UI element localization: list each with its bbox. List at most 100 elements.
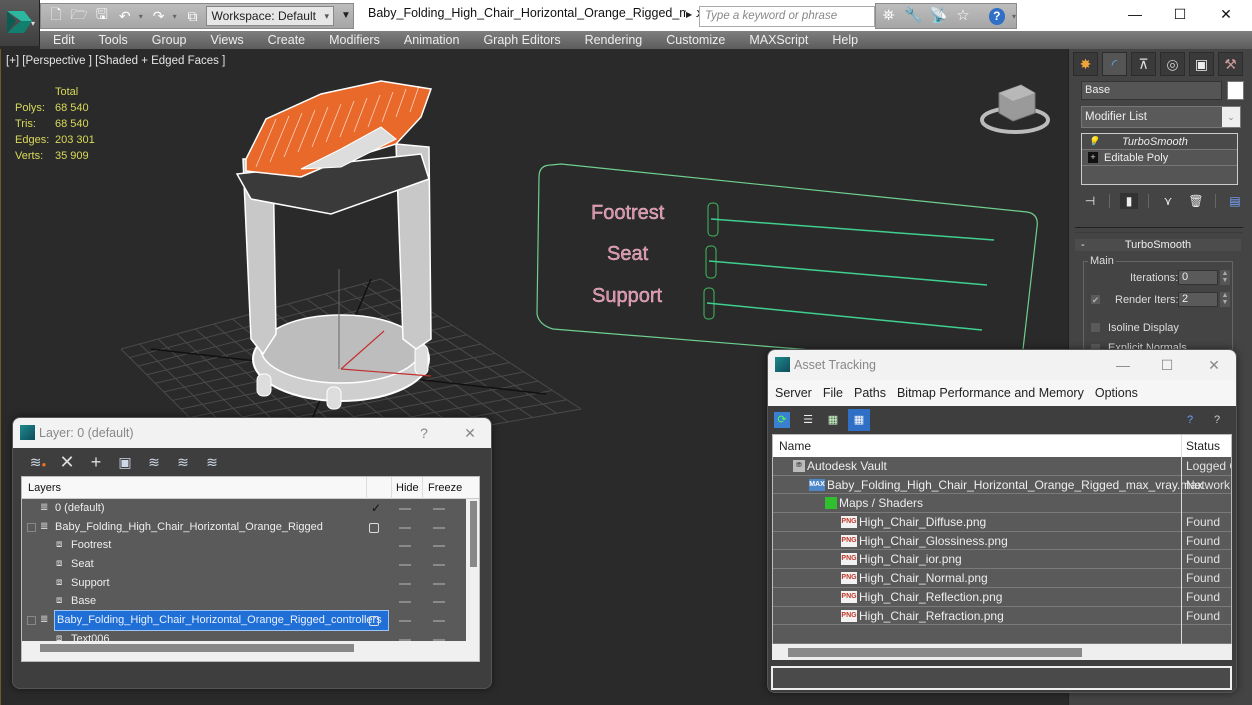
close-button[interactable]: ✕: [455, 418, 485, 448]
minimize-button[interactable]: —: [1108, 350, 1138, 380]
freeze-toggle[interactable]: [433, 508, 445, 510]
menu-customize[interactable]: Customize: [654, 33, 737, 47]
render-iters-spinner[interactable]: ▲ ▼: [1220, 292, 1230, 307]
list-view-icon[interactable]: ☰: [800, 412, 816, 428]
add-to-layer-icon[interactable]: +: [87, 453, 105, 471]
menu-help[interactable]: Help: [820, 33, 870, 47]
maximize-button[interactable]: ☐: [1157, 0, 1203, 28]
asset-horizontal-scrollbar[interactable]: [772, 644, 1232, 660]
menu-animation[interactable]: Animation: [392, 33, 472, 47]
table-view-icon[interactable]: ▦: [848, 409, 870, 431]
menu-tools[interactable]: Tools: [87, 33, 140, 47]
iterations-spinner[interactable]: ▲ ▼: [1220, 270, 1230, 285]
menu-maxscript[interactable]: MAXScript: [737, 33, 820, 47]
project-folder-icon[interactable]: ⧉: [184, 7, 202, 25]
modifier-list-dropdown[interactable]: Modifier List ⌄: [1081, 106, 1241, 128]
layer-horizontal-scrollbar[interactable]: [30, 643, 466, 653]
object-color-swatch[interactable]: [1227, 81, 1244, 100]
asset-row[interactable]: PNG High_Chair_Normal.png Found: [773, 569, 1231, 588]
modify-tab[interactable]: ◜: [1102, 52, 1127, 76]
layer-name[interactable]: Footrest: [71, 536, 111, 555]
controller-label-seat[interactable]: Seat: [607, 243, 649, 265]
asset-row[interactable]: PNG High_Chair_Reflection.png Found: [773, 588, 1231, 607]
hide-toggle[interactable]: [399, 545, 411, 548]
layer-row[interactable]: ⧈ Support: [22, 574, 466, 593]
column-status[interactable]: Status: [1186, 435, 1220, 457]
freeze-toggle[interactable]: [433, 638, 445, 641]
save-icon[interactable]: 🖫: [93, 6, 111, 25]
hide-toggle[interactable]: [399, 601, 411, 604]
layer-row[interactable]: ≣ Baby_Folding_High_Chair_Horizontal_Oran…: [22, 610, 466, 631]
help-icon[interactable]: ?: [1182, 412, 1198, 428]
freeze-toggle[interactable]: [433, 526, 445, 529]
layer-name[interactable]: Base: [71, 592, 96, 611]
create-layer-icon[interactable]: ≋●: [29, 453, 47, 471]
expand-plus-icon[interactable]: +: [1088, 152, 1098, 163]
freeze-toggle[interactable]: [433, 545, 445, 548]
close-button[interactable]: ✕: [1203, 0, 1249, 28]
asset-row[interactable]: ⛃Autodesk Vault Logged C: [773, 457, 1231, 476]
hide-toggle[interactable]: [399, 526, 411, 529]
active-layer-check-icon[interactable]: ✓: [370, 499, 382, 518]
refresh-icon[interactable]: ⟳: [774, 412, 790, 428]
pin-stack-icon[interactable]: ⊣: [1081, 193, 1099, 209]
star-icon[interactable]: ☆: [954, 7, 971, 25]
open-folder-icon[interactable]: 🗁: [70, 6, 88, 25]
binoculars-icon[interactable]: ⛯: [880, 7, 897, 25]
layer-row[interactable]: ≣ 0 (default) ✓: [22, 499, 466, 518]
hide-toggle[interactable]: [399, 508, 411, 510]
layer-name[interactable]: Baby_Folding_High_Chair_Horizontal_Orang…: [55, 518, 323, 537]
show-end-result-icon[interactable]: ▮: [1120, 193, 1138, 209]
expand-toggle-icon[interactable]: [27, 522, 36, 532]
tree-view-icon[interactable]: ▦: [825, 412, 841, 428]
menu-server[interactable]: Server: [775, 386, 812, 400]
undo-dropdown-icon[interactable]: ▾: [139, 12, 145, 21]
menu-rendering[interactable]: Rendering: [573, 33, 655, 47]
utilities-tab[interactable]: ⚒: [1218, 52, 1243, 76]
menu-bitmap-performance[interactable]: Bitmap Performance and Memory: [897, 386, 1084, 400]
menu-create[interactable]: Create: [256, 33, 318, 47]
asset-row[interactable]: PNG High_Chair_Glossiness.png Found: [773, 532, 1231, 551]
create-tab[interactable]: ✸: [1073, 52, 1098, 76]
layer-row[interactable]: ⧈ Footrest: [22, 536, 466, 555]
hide-toggle[interactable]: [399, 582, 411, 585]
asset-row[interactable]: PNG High_Chair_ior.png Found: [773, 550, 1231, 570]
freeze-toggle[interactable]: [433, 620, 445, 623]
menu-options[interactable]: Options: [1095, 386, 1138, 400]
make-unique-icon[interactable]: ⋎: [1159, 193, 1177, 209]
asset-row[interactable]: MAX Baby_Folding_High_Chair_Horizontal_Or…: [773, 476, 1231, 495]
render-iters-input[interactable]: 2: [1178, 292, 1218, 307]
menu-edit[interactable]: Edit: [40, 33, 87, 47]
redo-icon[interactable]: ↷: [150, 7, 168, 25]
layer-settings-icon[interactable]: ≋: [203, 453, 221, 471]
viewcube[interactable]: [980, 84, 1050, 134]
iterations-input[interactable]: 0: [1178, 270, 1218, 285]
remove-modifier-icon[interactable]: 🗑: [1187, 193, 1205, 209]
layer-dialog-titlebar[interactable]: Layer: 0 (default) ? ✕: [13, 418, 491, 448]
search-input[interactable]: Type a keyword or phrase: [699, 6, 875, 27]
highlight-selected-layer-icon[interactable]: ≋: [145, 453, 163, 471]
column-name[interactable]: Name: [779, 435, 811, 457]
layer-row[interactable]: ⧈ Seat: [22, 555, 466, 574]
hide-toggle[interactable]: [399, 564, 411, 567]
close-button[interactable]: ✕: [1199, 350, 1229, 380]
object-name-field[interactable]: Base: [1081, 81, 1222, 100]
hide-toggle[interactable]: [399, 638, 411, 641]
undo-icon[interactable]: ↶: [116, 7, 134, 25]
menu-group[interactable]: Group: [140, 33, 199, 47]
freeze-toggle[interactable]: [433, 582, 445, 585]
delete-layer-icon[interactable]: ✕: [58, 453, 76, 471]
search-expand-icon[interactable]: ▶: [686, 9, 696, 21]
key-icon[interactable]: 🔧: [904, 7, 923, 25]
menu-paths[interactable]: Paths: [854, 386, 886, 400]
select-objects-in-layer-icon[interactable]: ▣: [116, 453, 134, 471]
layer-row[interactable]: ⧈ Base: [22, 592, 466, 611]
viewport-label[interactable]: [+] [Perspective ] [Shaded + Edged Faces…: [6, 55, 225, 67]
help-button[interactable]: ?: [409, 418, 439, 448]
app-logo-button[interactable]: ▾: [0, 0, 40, 46]
help-dropdown-icon[interactable]: ▾: [1012, 12, 1016, 21]
freeze-toggle[interactable]: [433, 564, 445, 567]
column-hide[interactable]: Hide: [396, 477, 419, 499]
hide-toggle[interactable]: [399, 620, 411, 623]
asset-dialog-titlebar[interactable]: Asset Tracking — ☐ ✕: [768, 350, 1236, 380]
